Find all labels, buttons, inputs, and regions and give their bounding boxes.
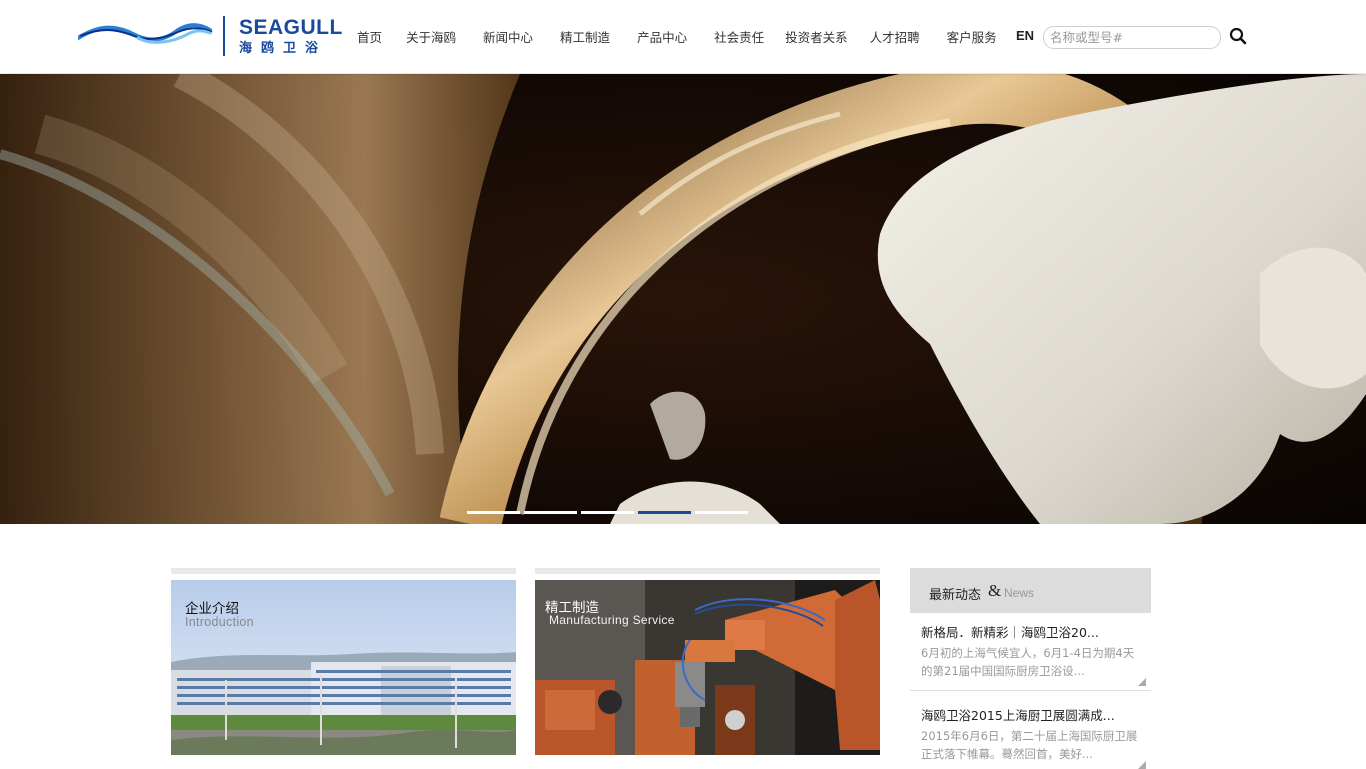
search-box	[1043, 26, 1221, 49]
nav-item-manufacturing[interactable]: 精工制造	[560, 0, 610, 73]
brand-logo[interactable]: SEAGULL 海鸥卫浴	[78, 14, 342, 58]
slider-dot-4[interactable]	[638, 511, 691, 514]
nav-item-service[interactable]: 客户服务	[947, 0, 997, 73]
nav-item-careers[interactable]: 人才招聘	[870, 0, 920, 73]
slider-dot-3[interactable]	[581, 511, 634, 514]
news-item[interactable]: 新格局．新精彩｜海鸥卫浴20... 6月初的上海气候宜人，6月1-4日为期4天的…	[910, 622, 1151, 692]
wave-logo-icon	[78, 23, 213, 44]
brand-name-en: SEAGULL	[239, 16, 343, 39]
news-item[interactable]: 海鸥卫浴2015上海厨卫展圆满成... 2015年6月6日，第二十届上海国际厨卫…	[910, 705, 1151, 769]
nav-item-home[interactable]: 首页	[357, 0, 382, 73]
slider-dot-1[interactable]	[467, 511, 520, 514]
nav-item-about[interactable]: 关于海鸥	[406, 0, 456, 73]
hero-banner[interactable]	[0, 74, 1366, 524]
nav-item-news[interactable]: 新闻中心	[483, 0, 533, 73]
language-switch[interactable]: EN	[1016, 28, 1034, 43]
news-panel: 最新动态 & News 新格局．新精彩｜海鸥卫浴20... 6月初的上海气候宜人…	[910, 568, 1151, 769]
search-icon[interactable]	[1229, 27, 1247, 45]
news-ampersand: &	[988, 581, 1002, 600]
intro-card: 企业介绍 Introduction	[171, 568, 516, 755]
search-input[interactable]	[1050, 29, 1210, 46]
logo-divider	[223, 16, 225, 56]
site-header: SEAGULL 海鸥卫浴 首页 关于海鸥 新闻中心 精工制造 产品中心 社会责任…	[0, 0, 1366, 73]
corner-arrow-icon	[1138, 678, 1146, 686]
main-nav: 首页 关于海鸥 新闻中心 精工制造 产品中心 社会责任 投资者关系 人才招聘 客…	[345, 0, 997, 73]
nav-item-csr[interactable]: 社会责任	[714, 0, 764, 73]
manufacturing-card-subtitle: Manufacturing Service	[549, 613, 675, 627]
intro-card-title[interactable]: 企业介绍	[185, 597, 239, 617]
manufacturing-card: 精工制造 Manufacturing Service	[535, 568, 880, 755]
news-header: 最新动态 & News	[910, 568, 1151, 613]
news-item-desc: 2015年6月6日，第二十届上海国际厨卫展正式落下帷幕。蓦然回首，美好...	[921, 729, 1138, 761]
news-item-headline[interactable]: 海鸥卫浴2015上海厨卫展圆满成...	[921, 705, 1115, 724]
slider-dot-2[interactable]	[524, 511, 577, 514]
slider-dot-5[interactable]	[695, 511, 748, 514]
news-divider	[910, 690, 1151, 691]
intro-card-subtitle: Introduction	[185, 615, 254, 629]
news-title: 最新动态	[929, 588, 982, 603]
card-top-bar	[535, 568, 880, 574]
brand-name: SEAGULL 海鸥卫浴	[239, 17, 343, 56]
hero-image	[0, 74, 1366, 524]
news-item-desc: 6月初的上海气候宜人，6月1-4日为期4天的第21届中国国际厨房卫浴设...	[921, 646, 1135, 678]
nav-item-products[interactable]: 产品中心	[637, 0, 687, 73]
card-top-bar	[171, 568, 516, 574]
nav-item-investors[interactable]: 投资者关系	[785, 0, 848, 73]
slider-pagination	[467, 511, 748, 514]
news-item-headline[interactable]: 新格局．新精彩｜海鸥卫浴20...	[921, 622, 1099, 641]
news-title-en: News	[1004, 586, 1035, 600]
brand-name-cn: 海鸥卫浴	[239, 40, 328, 55]
